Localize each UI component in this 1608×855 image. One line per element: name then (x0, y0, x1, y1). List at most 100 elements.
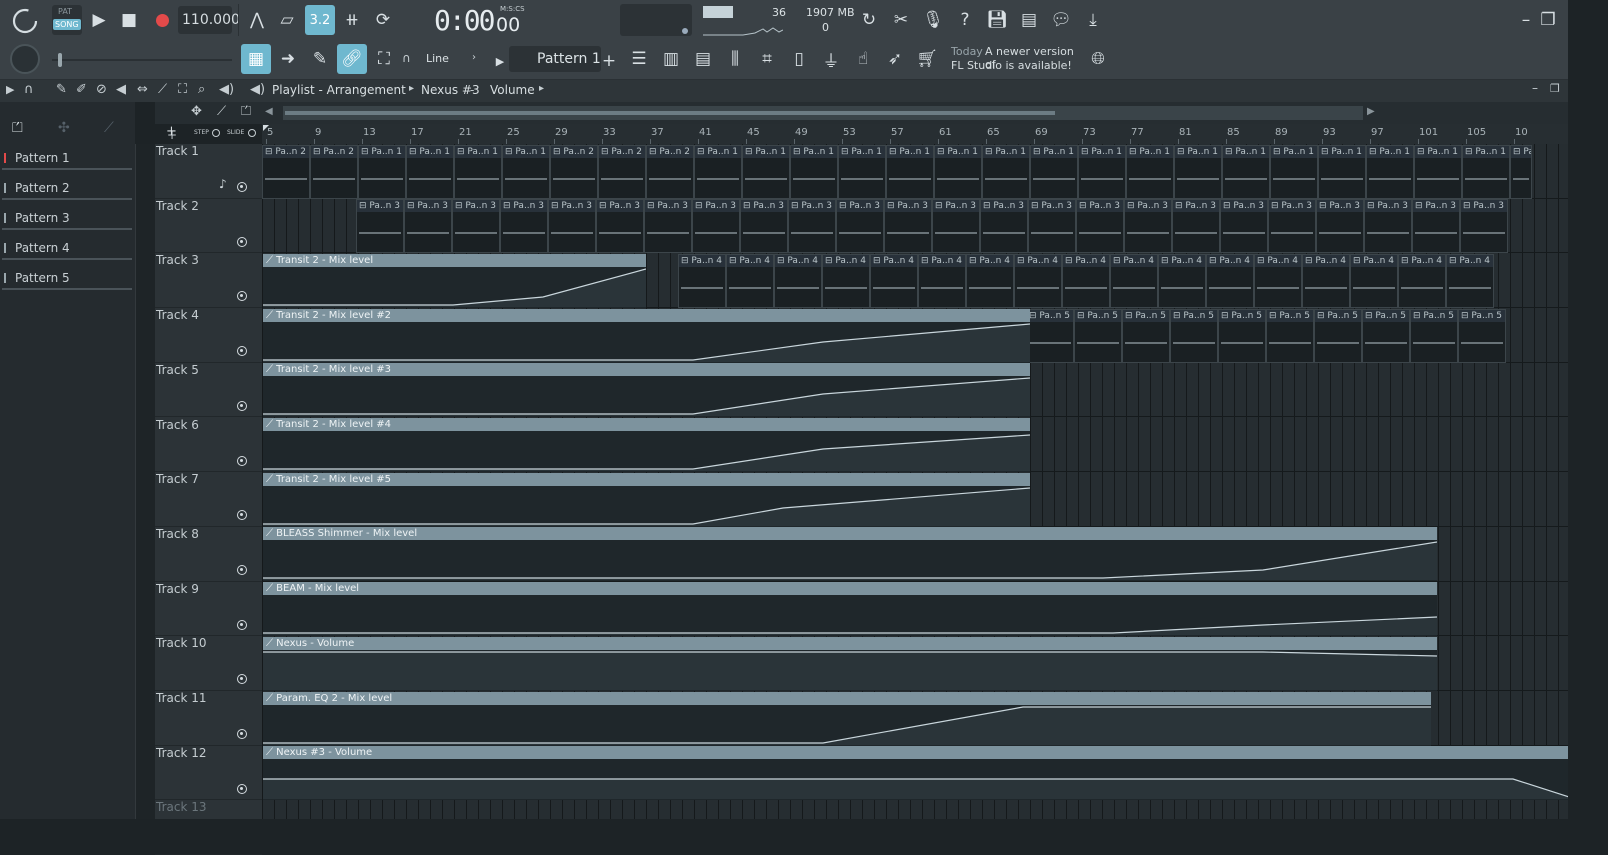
tempo-display[interactable]: 110.000 (178, 6, 240, 34)
automation-clip[interactable]: ⟋ Nexus #3 - Volume (263, 746, 1568, 801)
automation-clip[interactable]: ⟋ BLEASS Shimmer - Mix level (263, 527, 1437, 582)
pattern-clip[interactable]: ⊟ Pa..n 4 (774, 253, 822, 308)
window-minimize-icon[interactable]: – (1532, 81, 1538, 95)
automation-curve[interactable] (263, 759, 1568, 800)
pattern-clip[interactable]: ⊟ Pa..n 1 (1030, 144, 1078, 199)
pattern-clip[interactable]: ⊟ Pa..n 3 (356, 199, 404, 254)
pattern-clip[interactable]: ⊟ Pattern 1 (1510, 144, 1532, 199)
grid-row[interactable] (262, 800, 1568, 819)
pattern-clip[interactable]: ⊟ Pa..n 4 (1014, 253, 1062, 308)
automation-curve[interactable] (263, 595, 1437, 636)
news-panel[interactable]: Today A newer version of FL Studio is av… (951, 44, 1081, 74)
pattern-clip[interactable]: ⊟ Pa..n 5 (1170, 308, 1218, 363)
audio-wave-icon[interactable]: ✣ (58, 120, 70, 136)
metronome-icon[interactable]: ⋀ (242, 5, 272, 35)
pattern-clip[interactable]: ⊟ Pa..n 2 (550, 144, 598, 199)
pattern-item[interactable]: Pattern 2 (2, 176, 132, 200)
restore-icon[interactable]: ❐ (1538, 5, 1558, 35)
track-header[interactable]: Track 6 (155, 418, 262, 473)
track-header[interactable]: Track 3 (155, 253, 262, 309)
pattern-clip[interactable]: ⊟ Pa..n 1 (1126, 144, 1174, 199)
pattern-clip[interactable]: ⊟ Pa..n 4 (1350, 253, 1398, 308)
pattern-clip[interactable]: ⊟ Pa..n 3 (1316, 199, 1364, 254)
track-mute-icon[interactable] (237, 729, 247, 739)
browser-icon[interactable]: ⌗ (752, 44, 782, 74)
pattern-clip[interactable]: ⊟ Pa..n 1 (1270, 144, 1318, 199)
touch-keyboard-icon[interactable]: ☝︎ (848, 44, 878, 74)
automation-curve[interactable] (263, 322, 1030, 362)
slip-icon[interactable]: ⇔ (137, 82, 148, 97)
track-mute-icon[interactable] (237, 236, 247, 247)
paint-tool-icon[interactable]: ✎ (305, 44, 335, 74)
help-icon[interactable]: ? (950, 5, 980, 35)
track-mute-icon[interactable] (237, 346, 247, 357)
pattern-clip[interactable]: ⊟ Pa..n 4 (1302, 253, 1350, 308)
pattern-clip[interactable]: ⊟ Pa..n 2 (310, 144, 358, 199)
pattern-clip[interactable]: ⊟ Pa..n 1 (886, 144, 934, 199)
pattern-clip[interactable]: ⊟ Pa..n 1 (742, 144, 790, 199)
track-header[interactable]: Track 5 (155, 363, 262, 418)
pattern-prev-icon[interactable]: ▶ (490, 46, 510, 76)
automation-clip[interactable]: ⟋ Param. EQ 2 - Mix level (263, 691, 1431, 746)
step-toggle[interactable] (212, 129, 220, 137)
pattern-clip[interactable]: ⊟ Pa..n 4 (1158, 253, 1206, 308)
pattern-item[interactable]: Pattern 3 (2, 206, 132, 230)
playlist-icon[interactable]: ☰ (624, 44, 654, 74)
pattern-clip[interactable]: ⊟ Pa..n 4 (726, 253, 774, 308)
pattern-clip[interactable]: ⊟ Pa..n 1 (790, 144, 838, 199)
piano-icon[interactable]: ⏍ (12, 120, 23, 136)
automation-clip[interactable]: ⟋ Transit 2 - Mix level (263, 253, 646, 308)
main-menu-icon[interactable] (8, 4, 42, 38)
track-mute-icon[interactable] (237, 400, 247, 411)
pattern-clip[interactable]: ⊟ Pa..n 4 (1446, 253, 1494, 308)
automation-clip[interactable]: ⟋ Transit 2 - Mix level #2 (263, 308, 1030, 363)
pattern-clip[interactable]: ⊟ Pa..n 3 (1028, 199, 1076, 254)
pencil-icon[interactable]: ✎ (56, 82, 67, 97)
pattern-clip[interactable]: ⊟ Pa..n 5 (1458, 308, 1506, 363)
channel-rack-icon[interactable]: ▤ (688, 44, 718, 74)
snap-countdown-button[interactable]: 3.2 (305, 5, 335, 35)
pattern-clip[interactable]: ⊟ Pa..n 1 (1414, 144, 1462, 199)
pattern-clip[interactable]: ⊟ Pa..n 4 (1398, 253, 1446, 308)
pattern-clip[interactable]: ⊟ Pa..n 3 (1172, 199, 1220, 254)
pattern-item[interactable]: Pattern 4 (2, 236, 132, 260)
record-icon[interactable] (147, 5, 177, 35)
pattern-clip[interactable]: ⊟ Pa..n 2 (598, 144, 646, 199)
pattern-clip[interactable]: ⊟ Pa..n 3 (1412, 199, 1460, 254)
pattern-clip[interactable]: ⊟ Pa..n 5 (1362, 308, 1410, 363)
automation-clip[interactable]: ⟋ Transit 2 - Mix level #3 (263, 363, 1030, 418)
chat-icon[interactable]: 💬︎ (1046, 5, 1076, 35)
track-mute-icon[interactable] (237, 510, 247, 521)
stop-icon[interactable]: ■ (114, 5, 144, 35)
pattern-clip[interactable]: ⊟ Pa..n 1 (934, 144, 982, 199)
timeline-ruler[interactable]: 5 9 13 17 21 25 29 33 37 41 45 49 53 57 61 65 69 73 77 81 85… (262, 124, 1568, 144)
plugin-icon[interactable]: ⏚ (816, 44, 846, 74)
microphone-icon[interactable]: 🎙︎ (918, 5, 948, 35)
horizontal-scrollbar[interactable] (283, 106, 1363, 120)
pattern-clip[interactable]: ⊟ Pa..n 4 (1206, 253, 1254, 308)
pattern-clip[interactable]: ⊟ Pa..n 5 (1218, 308, 1266, 363)
pattern-clip[interactable]: ⊟ Pa..n 1 (1078, 144, 1126, 199)
delete-icon[interactable]: ⊘ (96, 82, 107, 97)
pattern-clip[interactable]: ⊟ Pa..n 1 (1366, 144, 1414, 199)
pattern-clip[interactable]: ⊟ Pa..n 1 (1462, 144, 1510, 199)
globe-icon[interactable]: 🌐︎ (1083, 44, 1113, 74)
piano-roll-icon[interactable]: ▥ (656, 44, 686, 74)
pattern-clip[interactable]: ⊟ Pa..n 3 (1460, 199, 1508, 254)
track-mute-icon[interactable] (237, 182, 247, 192)
track-header[interactable]: Track 1 ♪ (155, 144, 262, 199)
minimize-icon[interactable]: – (1516, 5, 1536, 35)
pattern-clip[interactable]: ⊟ Pa..n 3 (1268, 199, 1316, 254)
automation-curve[interactable] (263, 267, 646, 307)
automation-clip[interactable]: ⟋ BEAM - Mix level (263, 582, 1437, 637)
track-header[interactable]: Track 4 (155, 308, 262, 363)
picker-scrollbar[interactable] (135, 144, 155, 819)
pattern-clip[interactable]: ⊟ Pa..n 3 (596, 199, 644, 254)
pattern-clip[interactable]: ⊟ Pa..n 4 (966, 253, 1014, 308)
pattern-clip[interactable]: ⊟ Pa..n 3 (692, 199, 740, 254)
scroll-right-icon[interactable]: ▶ (1367, 106, 1381, 120)
automation-clip[interactable]: ⟋ Nexus - Volume (263, 636, 1437, 691)
pattern-clip[interactable]: ⊟ Pa..n 1 (982, 144, 1030, 199)
automation-clip[interactable]: ⟋ Transit 2 - Mix level #5 (263, 472, 1030, 527)
select-icon[interactable]: ⛶ (178, 82, 187, 97)
